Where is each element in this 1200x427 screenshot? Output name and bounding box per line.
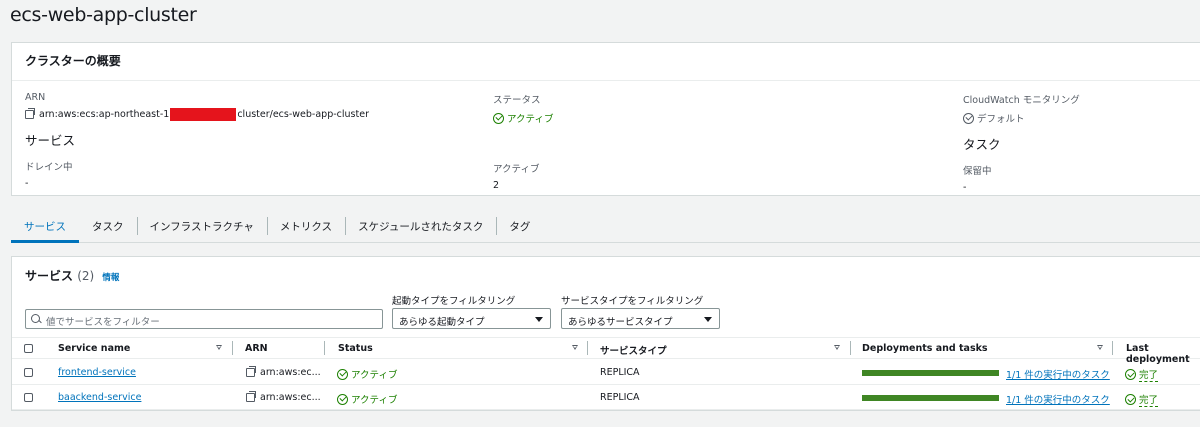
check-circle-icon (493, 112, 504, 124)
arn-value: arn:aws:ecs:ap-northeast-1 cluster/ecs-w… (25, 108, 369, 121)
search-placeholder: 値でサービスをフィルター (46, 317, 160, 328)
arn-text: arn:aws:ec... (260, 392, 321, 403)
service-name-link[interactable]: baackend-service (58, 392, 141, 403)
service-type-value: あらゆるサービスタイプ (568, 317, 673, 328)
cloudwatch-column: CloudWatch モニタリング デフォルト タスク 保留中 - (963, 92, 1080, 193)
copy-icon[interactable] (25, 108, 35, 119)
select-all-checkbox[interactable] (24, 344, 33, 353)
running-tasks-link[interactable]: 1/1 件の実行中のタスク (1006, 367, 1110, 381)
tasks-heading: タスク (963, 137, 1001, 152)
last-deployment-cell[interactable]: 完了 (1125, 392, 1159, 407)
page-title: ecs-web-app-cluster (10, 4, 197, 26)
redaction-block (170, 108, 237, 121)
status-cell: アクティブ (337, 367, 397, 381)
tab-metrics[interactable]: メトリクス (266, 211, 345, 243)
arn-prefix: arn:aws:ecs:ap-northeast-1 (39, 109, 170, 120)
deployment-progress-bar (862, 395, 999, 401)
status-label: ステータス (493, 95, 541, 106)
check-circle-icon (1125, 394, 1136, 405)
tab-infrastructure[interactable]: インフラストラクチャ (136, 211, 267, 243)
arn-label: ARN (25, 92, 46, 103)
col-arn[interactable]: ARN (245, 343, 268, 354)
services-panel: サービス (2) 情報 値でサービスをフィルター 起動タイプをフィルタリング あ… (11, 256, 1200, 411)
caret-down-icon (704, 317, 712, 322)
arn-suffix: cluster/ecs-web-app-cluster (237, 109, 369, 120)
col-deployments[interactable]: Deployments and tasks (862, 343, 988, 354)
column-divider[interactable] (1112, 341, 1113, 355)
last-deployment-text: 完了 (1139, 367, 1159, 382)
column-divider[interactable] (324, 341, 325, 355)
copy-icon[interactable] (246, 391, 256, 402)
status-cell: アクティブ (337, 392, 397, 406)
services-heading: サービス (25, 133, 76, 148)
arn-cell: arn:aws:ec... (246, 366, 321, 378)
table-row: frontend-service arn:aws:ec... アクティブ REP… (12, 360, 1200, 385)
active-label: アクティブ (493, 164, 540, 175)
service-name-link[interactable]: frontend-service (58, 367, 136, 378)
status-value: アクティブ (493, 111, 553, 125)
column-divider[interactable] (587, 341, 588, 355)
arn-column: ARN arn:aws:ecs:ap-northeast-1 cluster/e… (25, 92, 369, 189)
arn-text: arn:aws:ec... (260, 367, 321, 378)
col-service-type[interactable]: サービスタイプ (600, 343, 667, 357)
cloudwatch-text: デフォルト (977, 114, 1025, 125)
table-row: baackend-service arn:aws:ec... アクティブ REP… (12, 385, 1200, 410)
sort-icon[interactable] (216, 345, 222, 350)
service-filter-input[interactable]: 値でサービスをフィルター (25, 309, 383, 329)
last-deployment-text: 完了 (1139, 392, 1159, 407)
sort-icon[interactable] (572, 345, 578, 350)
row-checkbox[interactable] (24, 393, 33, 402)
launch-type-filter-label: 起動タイプをフィルタリング (392, 296, 516, 307)
search-icon (31, 314, 40, 323)
cluster-tabs: サービス タスク インフラストラクチャ メトリクス スケジュールされたタスク タ… (11, 211, 1200, 243)
sort-icon[interactable] (834, 345, 840, 350)
status-text: アクティブ (507, 114, 554, 125)
column-divider[interactable] (850, 341, 851, 355)
cluster-overview-header: クラスターの概要 (12, 43, 1200, 81)
draining-value: - (25, 178, 29, 189)
services-title: サービス (2) 情報 (25, 267, 119, 284)
column-divider[interactable] (232, 341, 233, 355)
check-circle-icon (337, 368, 348, 380)
tab-services[interactable]: サービス (11, 211, 79, 243)
pending-label: 保留中 (963, 166, 992, 177)
service-type-filter-label: サービスタイプをフィルタリング (561, 296, 704, 307)
check-circle-icon (337, 393, 348, 405)
cloudwatch-label: CloudWatch モニタリング (963, 95, 1080, 106)
check-circle-icon (963, 112, 974, 124)
arn-cell: arn:aws:ec... (246, 391, 321, 403)
tab-tags[interactable]: タグ (496, 211, 543, 243)
caret-down-icon (535, 317, 543, 322)
running-tasks-link[interactable]: 1/1 件の実行中のタスク (1006, 392, 1110, 406)
row-checkbox[interactable] (24, 368, 33, 377)
pending-value: - (963, 182, 967, 193)
tab-tasks[interactable]: タスク (79, 211, 137, 243)
services-title-text: サービス (25, 269, 74, 283)
cluster-overview-panel: クラスターの概要 ARN arn:aws:ecs:ap-northeast-1 … (11, 42, 1200, 196)
service-type-cell: REPLICA (600, 392, 640, 403)
active-value: 2 (493, 180, 500, 191)
draining-label: ドレイン中 (25, 162, 73, 173)
launch-type-select[interactable]: あらゆる起動タイプ (392, 308, 551, 329)
last-deployment-cell[interactable]: 完了 (1125, 367, 1159, 382)
status-column: ステータス アクティブ アクティブ 2 (493, 92, 553, 191)
status-text: アクティブ (351, 395, 398, 406)
service-type-select[interactable]: あらゆるサービスタイプ (561, 308, 720, 329)
sort-icon[interactable] (1097, 345, 1103, 350)
col-service-name[interactable]: Service name (58, 343, 130, 354)
info-link[interactable]: 情報 (102, 273, 119, 283)
service-type-cell: REPLICA (600, 367, 640, 378)
col-status[interactable]: Status (338, 343, 373, 354)
check-circle-icon (1125, 369, 1136, 380)
services-count: (2) (77, 269, 95, 283)
services-table-header: Service name ARN Status サービスタイプ Deployme… (12, 337, 1200, 365)
launch-type-value: あらゆる起動タイプ (399, 317, 485, 328)
deployment-progress-bar (862, 370, 999, 376)
status-text: アクティブ (351, 370, 398, 381)
cloudwatch-value: デフォルト (963, 111, 1080, 125)
tab-scheduled-tasks[interactable]: スケジュールされたタスク (345, 211, 496, 243)
copy-icon[interactable] (246, 366, 256, 377)
